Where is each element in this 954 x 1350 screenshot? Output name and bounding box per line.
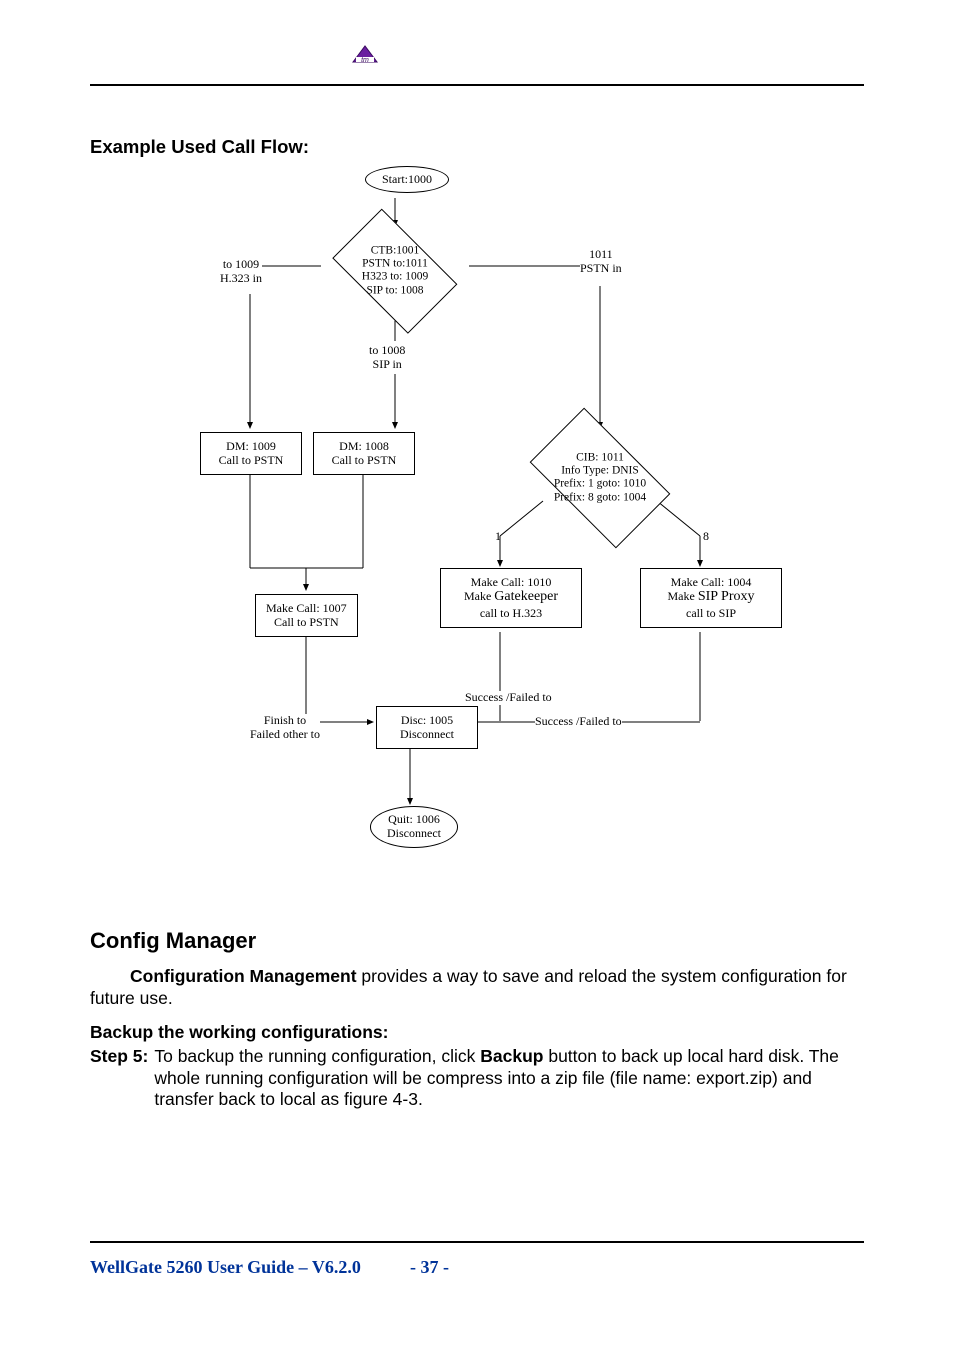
flow-make-call-1007: Make Call: 1007 Call to PSTN [255,594,358,637]
flow-make-call-1004: Make Call: 1004 Make SIP Proxy call to S… [640,568,782,628]
flow-cib-decision: CIB: 1011 Info Type: DNIS Prefix: 1 goto… [520,428,680,528]
flow-dm-1009: DM: 1009 Call to PSTN [200,432,302,475]
header-divider [90,84,864,86]
flow-label-finish: Finish to Failed other to [250,714,320,742]
flow-branch-8: 8 [703,530,709,544]
call-flow-diagram: Start:1000 CTB:1001 PSTN to:1011 H323 to… [120,166,820,906]
svg-text:tm: tm [361,57,369,64]
footer-page-number: - 37 - [410,1257,449,1278]
flow-dm-1008: DM: 1008 Call to PSTN [313,432,415,475]
flow-label-1009: to 1009 H.323 in [220,258,262,286]
flow-disc-node: Disc: 1005 Disconnect [376,706,478,749]
step-5-instruction: Step 5: To backup the running configurat… [90,1046,864,1112]
footer-doc-title: WellGate 5260 User Guide – V6.2.0 [90,1257,410,1278]
backup-subheading: Backup the working configurations: [90,1022,864,1044]
flow-label-1011: 1011 PSTN in [580,248,622,276]
header-logo-icon: tm [350,44,380,73]
flow-branch-1: 1 [495,530,501,544]
page-footer: WellGate 5260 User Guide – V6.2.0 - 37 - [90,1241,864,1278]
flow-quit-node: Quit: 1006 Disconnect [370,806,458,848]
footer-divider [90,1241,864,1243]
flow-label-success-failed-right: Success /Failed to [535,715,622,729]
config-manager-heading: Config Manager [90,928,864,954]
flow-make-call-1010: Make Call: 1010 Make Gatekeeper call to … [440,568,582,628]
flow-start-node: Start:1000 [365,166,449,193]
flow-label-1008: to 1008 SIP in [369,344,405,372]
flow-ctb-decision: CTB:1001 PSTN to:1011 H323 to: 1009 SIP … [325,226,465,316]
example-call-flow-heading: Example Used Call Flow: [90,136,864,158]
config-manager-description: Configuration Management provides a way … [90,966,864,1010]
flow-label-success-failed-top: Success /Failed to [465,691,552,705]
